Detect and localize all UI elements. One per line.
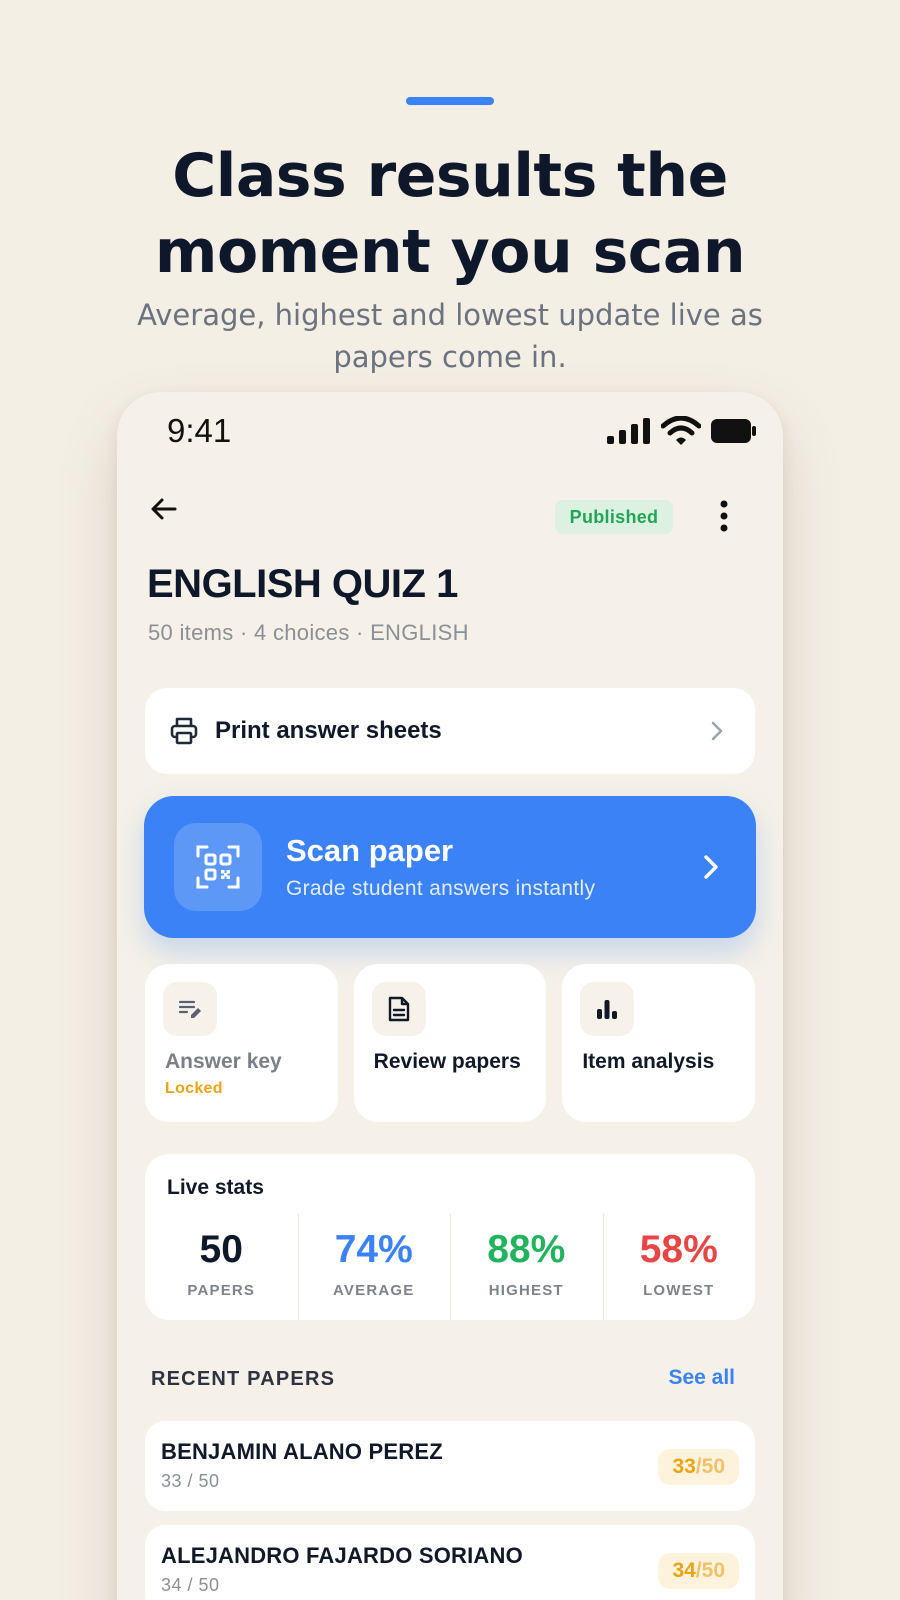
stat-value: 58% bbox=[639, 1228, 718, 1271]
arrow-left-icon bbox=[151, 498, 177, 520]
page-title: ENGLISH QUIZ 1 bbox=[147, 562, 458, 606]
scan-subtitle: Grade student answers instantly bbox=[286, 877, 596, 900]
more-options-button[interactable] bbox=[709, 496, 739, 536]
live-stats-row: 50 PAPERS 74% AVERAGE 88% HIGHEST 58% LO… bbox=[145, 1214, 755, 1320]
printer-icon bbox=[170, 717, 198, 745]
live-stats-title: Live stats bbox=[167, 1176, 264, 1199]
back-button[interactable] bbox=[147, 492, 181, 526]
student-name: BENJAMIN ALANO PEREZ bbox=[161, 1439, 443, 1464]
wifi-icon bbox=[661, 416, 701, 445]
stat-value: 50 bbox=[199, 1228, 243, 1271]
chevron-right-icon bbox=[711, 721, 723, 741]
score-value: 33 bbox=[672, 1455, 696, 1478]
score-badge: 33/50 bbox=[658, 1449, 739, 1485]
print-answer-sheets-button[interactable]: Print answer sheets bbox=[145, 688, 755, 774]
status-icons bbox=[607, 416, 757, 446]
see-all-link[interactable]: See all bbox=[668, 1366, 735, 1390]
stat-value: 74% bbox=[334, 1228, 413, 1271]
stat-highest: 88% HIGHEST bbox=[450, 1214, 603, 1320]
headline-line-2: moment you scan bbox=[154, 217, 746, 287]
stat-label: LOWEST bbox=[643, 1282, 715, 1299]
stat-lowest: 58% LOWEST bbox=[602, 1214, 756, 1320]
stat-label: HIGHEST bbox=[488, 1282, 564, 1299]
answer-key-icon-box bbox=[163, 982, 217, 1036]
document-icon bbox=[388, 996, 409, 1022]
score-badge: 34/50 bbox=[658, 1553, 739, 1589]
stat-value: 88% bbox=[487, 1228, 566, 1271]
score-total: 50 bbox=[701, 1455, 725, 1478]
bar-chart-icon bbox=[597, 1000, 618, 1019]
scan-paper-button[interactable]: Scan paper Grade student answers instant… bbox=[144, 796, 756, 938]
edit-list-icon bbox=[178, 1000, 201, 1018]
status-badge: Published bbox=[555, 500, 673, 534]
quiz-meta: 50 items · 4 choices · ENGLISH bbox=[148, 620, 469, 645]
phone-frame: 9:41 Published ENGLISH QUIZ 1 50 items ·… bbox=[117, 392, 783, 1600]
battery-icon bbox=[711, 419, 756, 443]
paper-score-text: 33 / 50 bbox=[161, 1471, 220, 1491]
scan-title: Scan paper bbox=[286, 833, 454, 868]
stat-papers: 50 PAPERS bbox=[145, 1214, 298, 1320]
chevron-right-icon bbox=[704, 855, 718, 879]
headline-line-1: Class results the bbox=[172, 141, 728, 211]
item-analysis-label: Item analysis bbox=[582, 1050, 715, 1073]
item-analysis-icon-box bbox=[580, 982, 635, 1036]
list-item[interactable]: BENJAMIN ALANO PEREZ 33 / 50 33/50 bbox=[145, 1421, 755, 1511]
marketing-headline: Class results the moment you scan bbox=[0, 138, 900, 290]
score-value: 34 bbox=[672, 1559, 696, 1582]
item-analysis-tile[interactable]: Item analysis bbox=[562, 964, 756, 1122]
scan-text: Scan paper Grade student answers instant… bbox=[286, 833, 702, 901]
top-accent-bar bbox=[406, 97, 494, 105]
stat-label: AVERAGE bbox=[333, 1282, 415, 1299]
live-stats-card: Live stats 50 PAPERS 74% AVERAGE 88% HIG… bbox=[145, 1154, 755, 1320]
review-papers-label: Review papers bbox=[373, 1050, 521, 1073]
score-total: 50 bbox=[701, 1559, 725, 1582]
list-item[interactable]: ALEJANDRO FAJARDO SORIANO 34 / 50 34/50 bbox=[145, 1525, 755, 1600]
more-vertical-icon bbox=[720, 500, 728, 532]
locked-label: Locked bbox=[165, 1080, 223, 1097]
review-papers-tile[interactable]: Review papers bbox=[353, 964, 547, 1122]
paper-score-text: 34 / 50 bbox=[161, 1575, 220, 1595]
scan-icon-box bbox=[174, 823, 262, 911]
review-papers-icon-box bbox=[371, 982, 426, 1036]
stat-label: PAPERS bbox=[187, 1282, 256, 1299]
recent-papers-header: RECENT PAPERS bbox=[151, 1368, 336, 1390]
answer-key-label: Answer key bbox=[165, 1050, 282, 1073]
status-time: 9:41 bbox=[167, 412, 232, 449]
student-name: ALEJANDRO FAJARDO SORIANO bbox=[161, 1543, 523, 1568]
print-label: Print answer sheets bbox=[215, 717, 442, 744]
qr-scan-icon bbox=[196, 845, 240, 889]
answer-key-tile[interactable]: Answer key Locked bbox=[145, 964, 338, 1122]
marketing-subhead: Average, highest and lowest update live … bbox=[137, 298, 763, 374]
stat-average: 74% AVERAGE bbox=[297, 1214, 451, 1320]
action-tiles: Answer key Locked Review papers Item ana… bbox=[145, 964, 756, 1122]
cellular-signal-icon bbox=[607, 418, 650, 444]
